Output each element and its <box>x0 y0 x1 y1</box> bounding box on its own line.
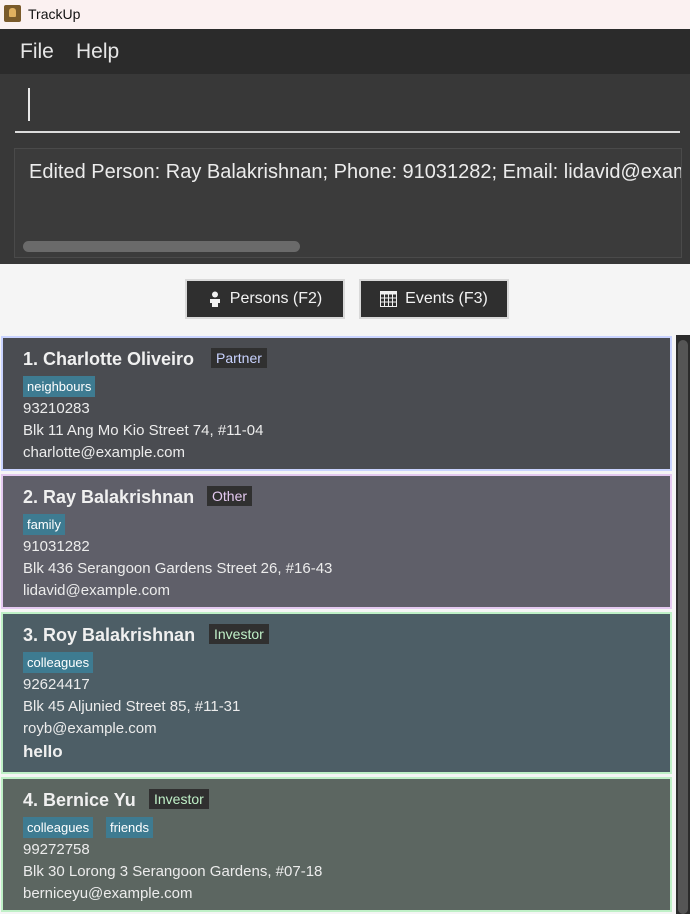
person-card[interactable]: 1. Charlotte Oliveiro Partner neighbours… <box>1 336 672 471</box>
relationship-badge: Partner <box>211 348 267 368</box>
tag-badge: neighbours <box>23 376 96 397</box>
result-display[interactable]: Edited Person: Ray Balakrishnan; Phone: … <box>14 148 682 258</box>
person-email: lidavid@example.com <box>23 582 170 599</box>
person-icon <box>209 291 220 307</box>
person-phone: 92624417 <box>23 676 90 693</box>
window-title: TrackUp <box>28 6 81 22</box>
person-card[interactable]: 3. Roy Balakrishnan Investor colleagues … <box>1 612 672 774</box>
person-name: 4. Bernice Yu <box>23 790 136 810</box>
tag-badge: family <box>23 514 65 535</box>
person-list-scrollbar-thumb[interactable] <box>678 340 688 914</box>
relationship-badge: Other <box>207 486 253 506</box>
menu-bar: File Help <box>0 29 690 74</box>
person-name: 1. Charlotte Oliveiro <box>23 349 195 369</box>
person-address: Blk 45 Aljunied Street 85, #11-31 <box>23 698 241 715</box>
relationship-badge: Investor <box>209 624 269 644</box>
text-caret <box>28 88 30 121</box>
result-message: Edited Person: Ray Balakrishnan; Phone: … <box>29 161 681 183</box>
tag-badge: colleagues <box>23 817 94 838</box>
calendar-icon <box>380 291 398 307</box>
menu-help[interactable]: Help <box>76 40 119 64</box>
person-address: Blk 11 Ang Mo Kio Street 74, #11-04 <box>23 422 264 439</box>
person-card[interactable]: 2. Ray Balakrishnan Other family 9103128… <box>1 474 672 609</box>
relationship-badge: Investor <box>149 789 209 809</box>
command-input[interactable] <box>15 80 680 133</box>
events-tab-label: Events (F3) <box>405 290 488 307</box>
person-email: charlotte@example.com <box>23 444 185 461</box>
title-bar: TrackUp <box>0 0 690 29</box>
person-phone: 91031282 <box>23 538 90 555</box>
person-phone: 99272758 <box>23 841 90 858</box>
menu-file[interactable]: File <box>20 40 54 64</box>
tag-badge: colleagues <box>23 652 94 673</box>
person-email: berniceyu@example.com <box>23 885 193 902</box>
events-tab-button[interactable]: Events (F3) <box>359 279 509 319</box>
person-card[interactable]: 4. Bernice Yu Investor colleagues friend… <box>1 777 672 912</box>
result-horizontal-scrollbar[interactable] <box>23 241 300 252</box>
person-email: royb@example.com <box>23 720 157 737</box>
person-name: 3. Roy Balakrishnan <box>23 625 196 645</box>
person-phone: 93210283 <box>23 400 90 417</box>
person-note: hello <box>23 742 63 761</box>
persons-tab-button[interactable]: Persons (F2) <box>185 279 345 319</box>
persons-tab-label: Persons (F2) <box>229 290 323 307</box>
tag-badge: friends <box>106 817 154 838</box>
person-name: 2. Ray Balakrishnan <box>23 487 195 507</box>
person-address: Blk 30 Lorong 3 Serangoon Gardens, #07-1… <box>23 863 323 880</box>
person-address: Blk 436 Serangoon Gardens Street 26, #16… <box>23 560 333 577</box>
app-icon <box>4 5 21 22</box>
